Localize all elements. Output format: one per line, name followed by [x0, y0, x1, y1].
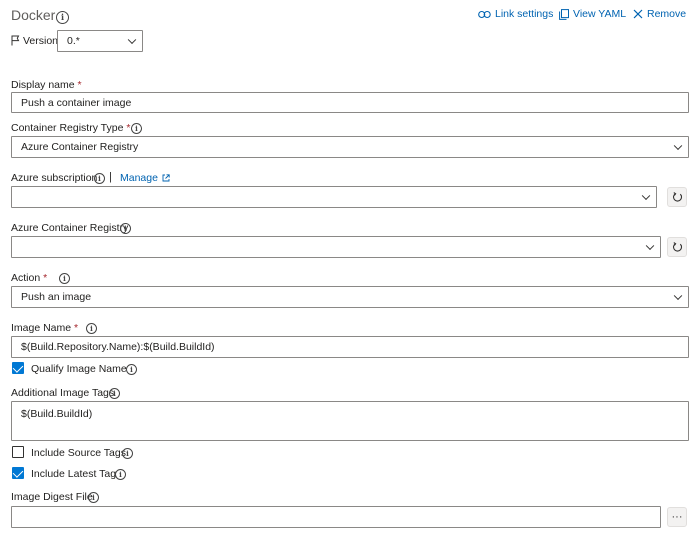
refresh-registry-button[interactable] — [667, 237, 687, 257]
azure-registry-label: Azure Container Registry — [11, 222, 129, 234]
include-latest-tag-checkbox[interactable] — [12, 467, 24, 479]
chevron-down-icon — [641, 191, 651, 201]
display-name-label: Display name * — [11, 79, 82, 91]
page-title: Docker — [11, 7, 56, 23]
close-icon — [633, 9, 643, 19]
external-link-icon — [162, 174, 170, 182]
display-name-input[interactable]: Push a container image — [11, 92, 689, 113]
info-icon[interactable]: i — [94, 173, 105, 184]
qualify-image-name-label: Qualify Image Name — [31, 363, 127, 375]
view-yaml-label: View YAML — [573, 8, 627, 20]
remove-label: Remove — [647, 8, 687, 20]
view-yaml-button[interactable]: View YAML — [559, 8, 626, 20]
version-select[interactable]: 0.* — [57, 30, 143, 52]
additional-tags-value: $(Build.BuildId) — [21, 408, 93, 420]
info-icon[interactable]: i — [59, 273, 70, 284]
chevron-down-icon — [127, 35, 137, 45]
action-label: Action * — [11, 272, 48, 284]
display-name-value: Push a container image — [21, 96, 132, 109]
image-name-input[interactable]: $(Build.Repository.Name):$(Build.BuildId… — [11, 336, 689, 358]
info-icon[interactable]: i — [56, 11, 69, 24]
version-label: Version — [23, 35, 59, 47]
remove-button[interactable]: Remove — [633, 8, 686, 20]
link-settings-label: Link settings — [495, 8, 554, 20]
info-icon[interactable]: i — [122, 448, 133, 459]
info-icon[interactable]: i — [120, 223, 131, 234]
registry-type-select[interactable]: Azure Container Registry — [11, 136, 689, 158]
additional-tags-textarea[interactable]: $(Build.BuildId) — [11, 401, 689, 441]
action-value: Push an image — [21, 291, 92, 303]
info-icon[interactable]: i — [131, 123, 142, 134]
info-icon[interactable]: i — [115, 469, 126, 480]
link-settings-button[interactable]: Link settings — [478, 8, 553, 20]
ellipsis-icon: ··· — [671, 511, 683, 523]
chevron-down-icon — [673, 141, 683, 151]
info-icon[interactable]: i — [86, 323, 97, 334]
refresh-subscription-button[interactable] — [667, 187, 687, 207]
include-source-tags-label: Include Source Tags — [31, 447, 126, 459]
browse-button[interactable]: ··· — [667, 507, 687, 527]
image-digest-file-input[interactable] — [11, 506, 661, 528]
action-select[interactable]: Push an image — [11, 286, 689, 308]
image-digest-file-label: Image Digest File — [11, 491, 93, 503]
version-value: 0.* — [67, 35, 80, 47]
include-latest-tag-label: Include Latest Tag — [31, 468, 117, 480]
qualify-image-name-checkbox[interactable] — [12, 362, 24, 374]
separator: | — [109, 171, 112, 183]
refresh-icon — [672, 191, 682, 202]
manage-link[interactable]: Manage — [120, 172, 170, 184]
include-source-tags-checkbox[interactable] — [12, 446, 24, 458]
flag-icon — [11, 35, 20, 46]
image-name-label: Image Name * — [11, 322, 79, 334]
info-icon[interactable]: i — [126, 364, 137, 375]
additional-tags-label: Additional Image Tags — [11, 387, 115, 399]
info-icon[interactable]: i — [109, 388, 120, 399]
refresh-icon — [672, 241, 682, 252]
chevron-down-icon — [645, 241, 655, 251]
azure-registry-select[interactable] — [11, 236, 661, 258]
registry-type-value: Azure Container Registry — [21, 141, 139, 153]
azure-subscription-select[interactable] — [11, 186, 657, 208]
yaml-icon — [559, 8, 569, 20]
info-icon[interactable]: i — [88, 492, 99, 503]
chevron-down-icon — [673, 291, 683, 301]
azure-subscription-label: Azure subscription — [11, 172, 98, 184]
link-icon — [478, 10, 491, 18]
registry-type-label: Container Registry Type * — [11, 122, 131, 134]
image-name-value: $(Build.Repository.Name):$(Build.BuildId… — [21, 341, 215, 353]
